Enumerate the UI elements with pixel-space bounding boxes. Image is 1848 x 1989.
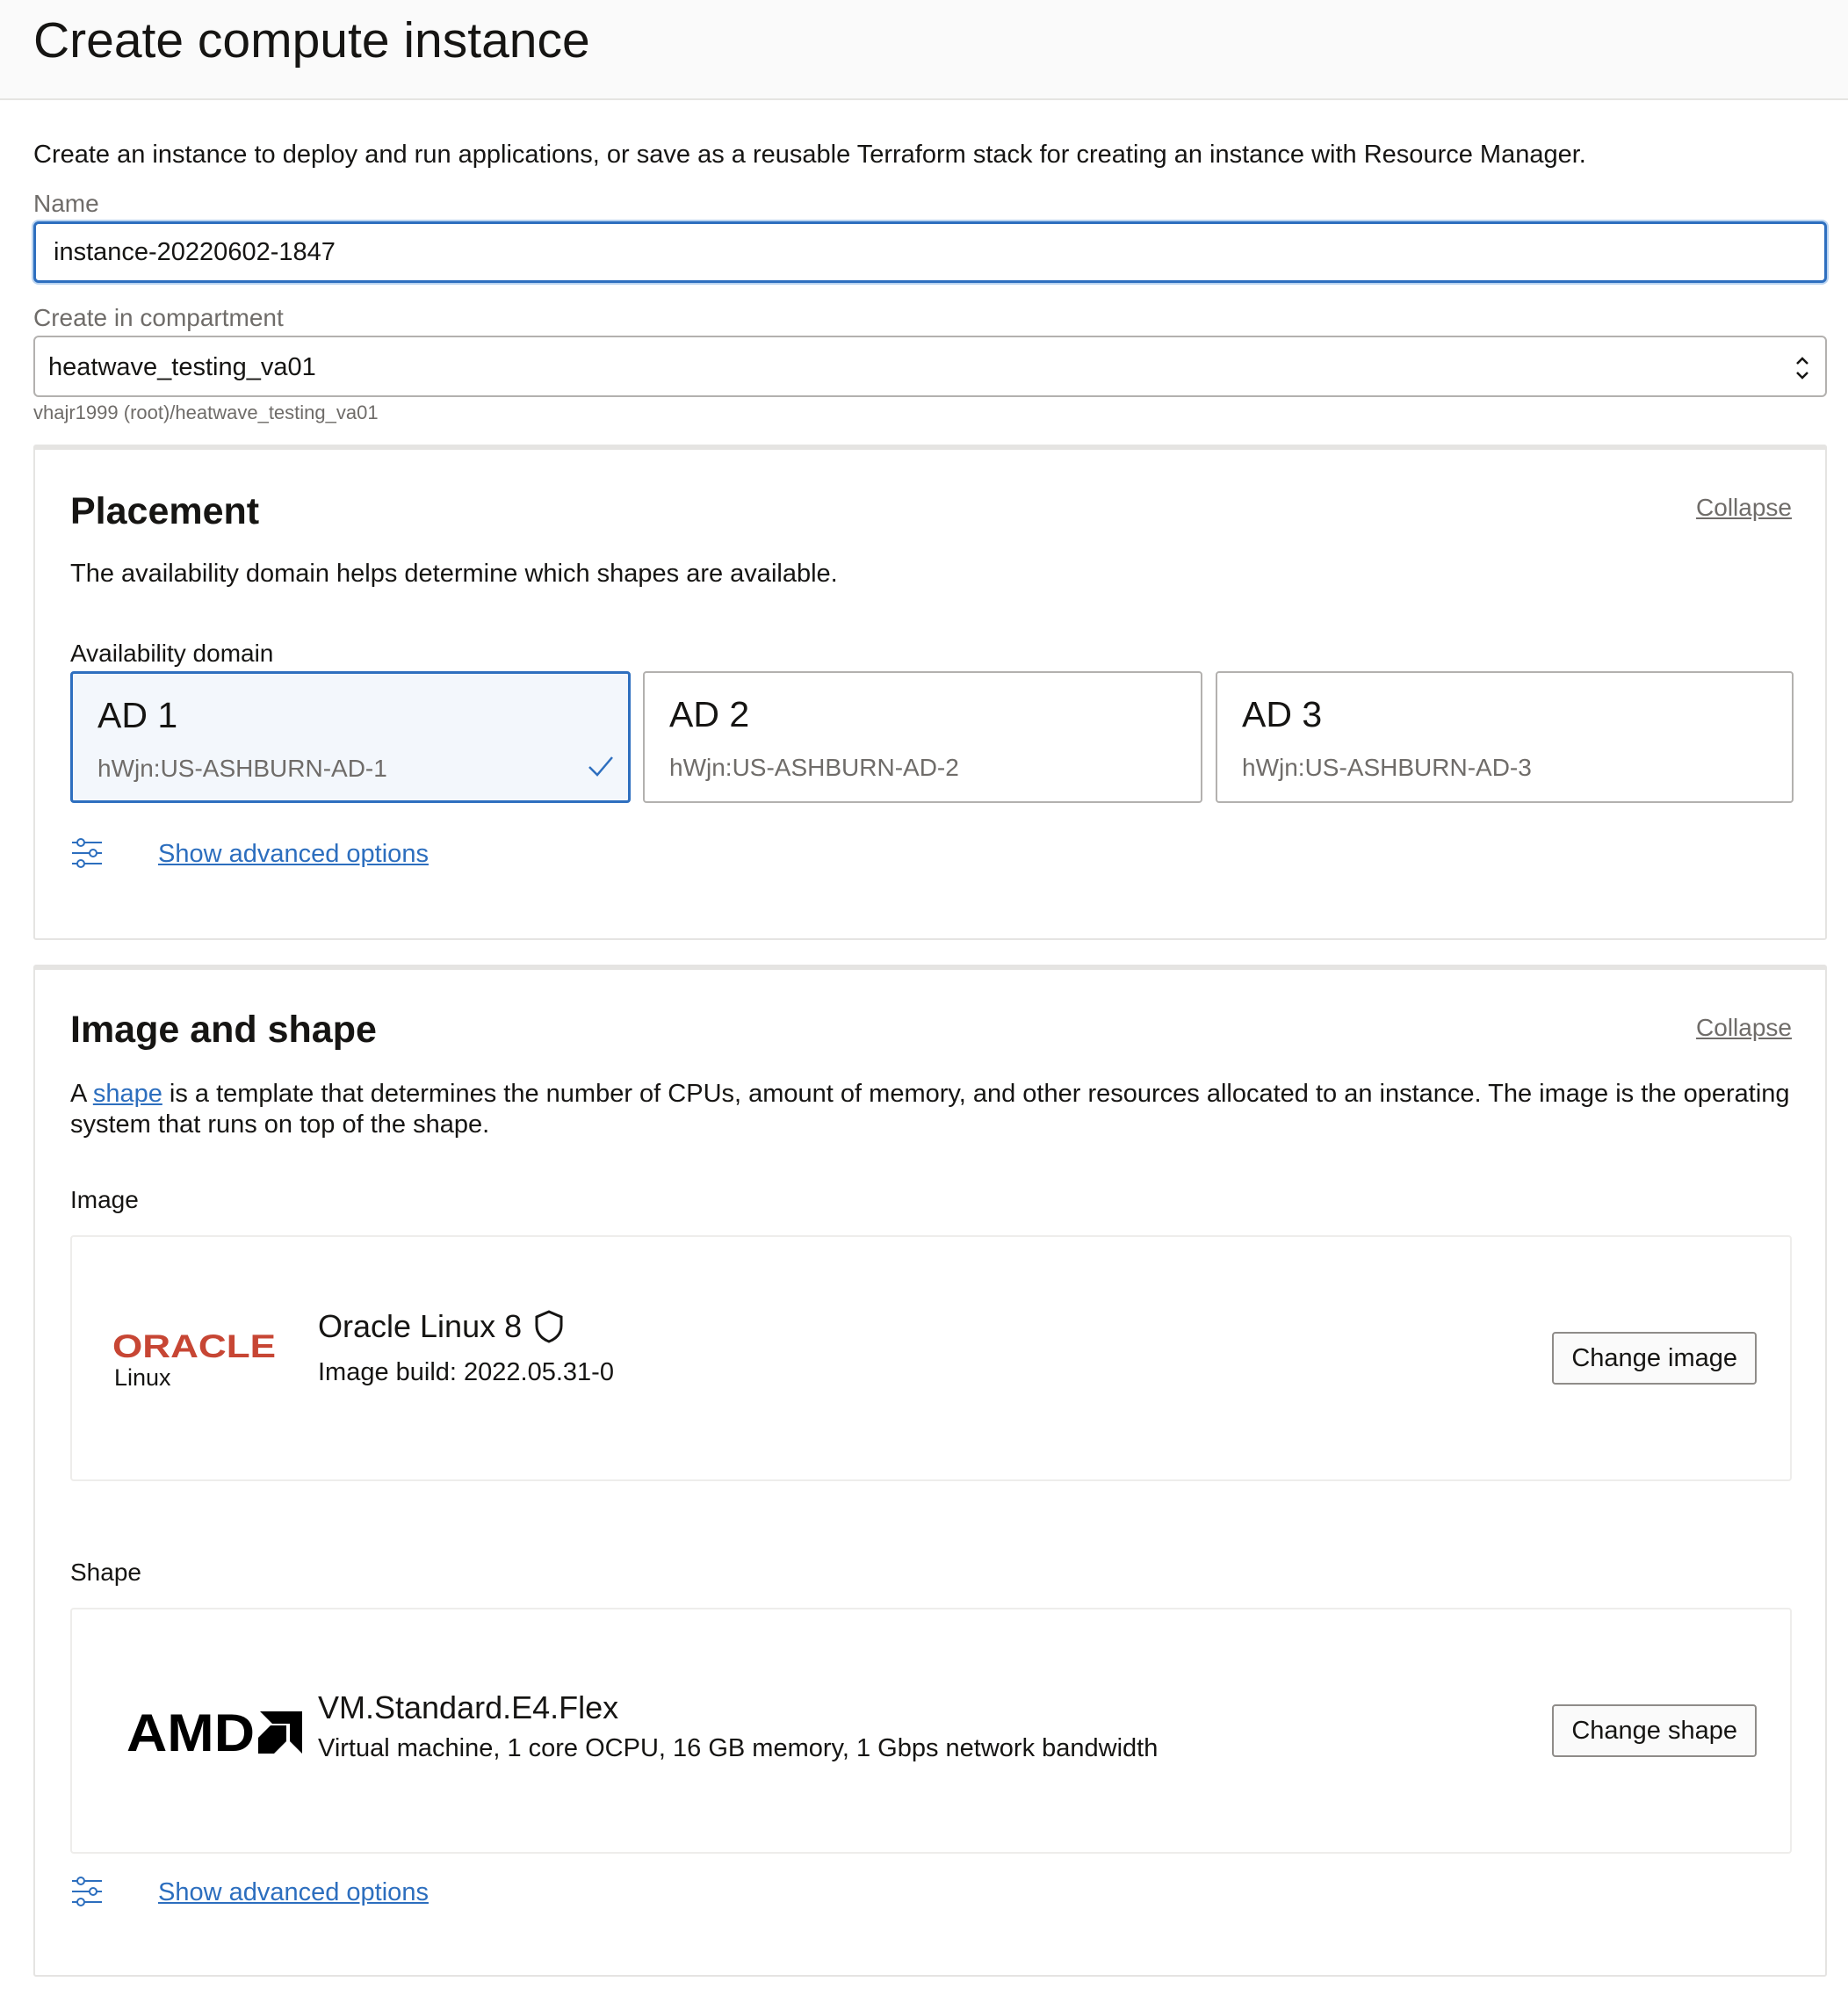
name-input[interactable] — [33, 221, 1827, 283]
ad-id: hWjn:US-ASHBURN-AD-3 — [1242, 754, 1532, 781]
desc-line1: is a template that determines the number… — [162, 1080, 1790, 1108]
image-build: Image build: 2022.05.31-0 — [318, 1358, 614, 1386]
ad-id: hWjn:US-ASHBURN-AD-2 — [669, 754, 959, 781]
image-label: Image — [70, 1186, 139, 1213]
desc-prefix: A — [70, 1080, 93, 1108]
oracle-logo-sub: Linux — [114, 1364, 171, 1391]
image-tile: ORACLE Linux Oracle Linux 8 Image build:… — [70, 1235, 1792, 1481]
intro-text: Create an instance to deploy and run app… — [33, 141, 1586, 169]
ad-card-2[interactable]: AD 2 hWjn:US-ASHBURN-AD-2 — [643, 671, 1202, 803]
amd-logo-text: AMD — [126, 1708, 255, 1757]
checkmark-icon — [588, 756, 613, 777]
image-shape-description: A shape is a template that determines th… — [70, 1079, 1790, 1140]
image-shape-section: Image and shape Collapse A shape is a te… — [33, 965, 1827, 1977]
change-shape-button[interactable]: Change shape — [1552, 1704, 1757, 1757]
oracle-logo-text: ORACLE — [112, 1332, 276, 1362]
sliders-icon — [72, 838, 102, 868]
page-header: Create compute instance — [0, 0, 1848, 100]
shield-icon — [535, 1310, 563, 1343]
availability-domain-label: Availability domain — [70, 640, 274, 667]
ad-name: AD 2 — [669, 694, 750, 734]
name-label: Name — [33, 190, 99, 217]
compartment-value: heatwave_testing_va01 — [48, 353, 316, 381]
ad-name: AD 1 — [97, 695, 178, 735]
compartment-label: Create in compartment — [33, 304, 284, 331]
compartment-path: vhajr1999 (root)/heatwave_testing_va01 — [33, 401, 379, 423]
image-shape-title: Image and shape — [70, 1009, 377, 1051]
ad-card-3[interactable]: AD 3 hWjn:US-ASHBURN-AD-3 — [1216, 671, 1794, 803]
amd-logo: AMD — [126, 1708, 302, 1757]
shape-tile: AMD VM.Standard.E4.Flex Virtual machine,… — [70, 1608, 1792, 1854]
change-image-button[interactable]: Change image — [1552, 1332, 1757, 1385]
desc-line2: system that runs on top of the shape. — [70, 1110, 490, 1139]
ad-name: AD 3 — [1242, 694, 1323, 734]
placement-description: The availability domain helps determine … — [70, 560, 838, 588]
image-name: Oracle Linux 8 — [318, 1308, 523, 1344]
shape-name: VM.Standard.E4.Flex — [318, 1689, 619, 1725]
sliders-icon — [72, 1877, 102, 1906]
select-arrows-icon — [1796, 357, 1808, 380]
ad-card-1[interactable]: AD 1 hWjn:US-ASHBURN-AD-1 — [70, 671, 631, 803]
advanced-options-label: Show advanced options — [158, 840, 429, 868]
compartment-select[interactable]: heatwave_testing_va01 — [33, 336, 1827, 397]
placement-section: Placement Collapse The availability doma… — [33, 445, 1827, 940]
shape-label: Shape — [70, 1559, 141, 1586]
shape-advanced-options-link[interactable]: Show advanced options — [70, 1875, 439, 1910]
page-title: Create compute instance — [33, 12, 590, 69]
placement-title: Placement — [70, 490, 260, 532]
oracle-logo: ORACLE — [112, 1332, 276, 1362]
placement-collapse-link[interactable]: Collapse — [1696, 492, 1792, 524]
placement-advanced-options-link[interactable]: Show advanced options — [70, 836, 439, 872]
ad-id: hWjn:US-ASHBURN-AD-1 — [97, 755, 387, 782]
advanced-options-label: Show advanced options — [158, 1878, 429, 1906]
image-shape-collapse-link[interactable]: Collapse — [1696, 1012, 1792, 1044]
shape-link[interactable]: shape — [93, 1080, 162, 1108]
shape-details: Virtual machine, 1 core OCPU, 16 GB memo… — [318, 1734, 1159, 1762]
